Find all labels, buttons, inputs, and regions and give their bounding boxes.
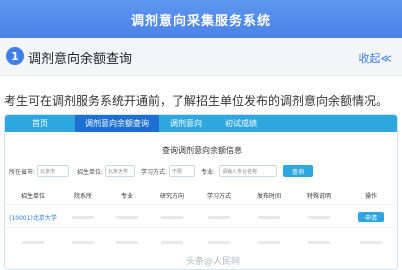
table-header: 招生单位 院系所 专业 研究方向 学习方式 发布时间 特殊说明 操作: [5, 191, 397, 203]
app-title-bar: 调剂意向采集服务系统: [0, 0, 402, 38]
table-row: (10001)北京大学 申请: [5, 210, 397, 224]
placeholder-cell: [72, 215, 94, 219]
unit-select[interactable]: 北京大学: [105, 165, 135, 177]
placeholder-cell: [208, 240, 230, 244]
placeholder-cell: [161, 215, 183, 219]
placeholder-cell: [72, 240, 94, 244]
placeholder-cell: [161, 240, 183, 244]
mode-select[interactable]: 不限: [169, 165, 195, 177]
watermark: 头条@人民网: [186, 254, 240, 267]
placeholder-cell: [308, 215, 330, 219]
app-title: 调剂意向采集服务系统: [130, 13, 271, 29]
placeholder-cell: [208, 215, 230, 219]
col-header-date: 发布时间: [256, 193, 281, 200]
section-number-badge: 1: [6, 47, 24, 65]
section-title: 调剂意向余额查询: [28, 52, 133, 67]
placeholder-cell: [308, 240, 330, 244]
col-header-dept: 院系所: [73, 193, 92, 200]
col-header-major: 专业: [120, 193, 133, 200]
header-divider: [5, 204, 397, 205]
unit-label: 招生单位:: [77, 169, 104, 176]
table-row: [5, 235, 397, 249]
col-header-unit: 招生单位: [20, 193, 45, 200]
watermark-text: 头条@人民网: [186, 257, 241, 267]
placeholder-cell: [258, 240, 280, 244]
filter-bar: 所在省市: 北京市 招生单位: 北京大学 学习方式: 不限 专业: 请输入专业名…: [5, 165, 397, 179]
row-unit-link[interactable]: (10001)北京大学: [5, 210, 61, 224]
intro-text: 考生可在调剂服务系统开通前，了解招生单位发布的调剂意向余额情况。: [4, 94, 389, 108]
major-input[interactable]: 请输入专业名称: [219, 165, 277, 177]
apply-button[interactable]: 申请: [358, 212, 384, 222]
nav-tabs: 首页 调剂意向余额查询 调剂意向 初试成绩: [5, 115, 397, 132]
row-divider: [5, 227, 397, 228]
placeholder-cell: [360, 240, 382, 244]
col-header-notes: 特殊说明: [306, 193, 331, 200]
tab-scores[interactable]: 初试成绩: [213, 115, 269, 132]
placeholder-cell: [22, 240, 44, 244]
section-header: 1 调剂意向余额查询 收起≪: [0, 38, 402, 76]
collapse-label: 收起≪: [358, 52, 392, 65]
tab-home[interactable]: 首页: [5, 115, 75, 132]
search-button[interactable]: 查询: [283, 165, 313, 177]
placeholder-cell: [116, 215, 138, 219]
mode-label: 学习方式:: [141, 169, 168, 176]
col-header-mode: 学习方式: [206, 193, 231, 200]
col-header-direction: 研究方向: [159, 193, 184, 200]
placeholder-cell: [116, 240, 138, 244]
tab-intention[interactable]: 调剂意向: [159, 115, 213, 132]
collapse-toggle[interactable]: 收起≪: [358, 50, 392, 66]
system-screenshot-panel: 首页 调剂意向余额查询 调剂意向 初试成绩 查询调剂意向余额信息 所在省市: 北…: [4, 114, 398, 270]
query-title: 查询调剂意向余额信息: [162, 146, 242, 155]
col-header-action: 操作: [364, 193, 377, 200]
major-label: 专业:: [201, 169, 216, 176]
province-select[interactable]: 北京市: [37, 165, 69, 177]
placeholder-cell: [258, 215, 280, 219]
tab-balance-query[interactable]: 调剂意向余额查询: [75, 115, 159, 132]
province-label: 所在省市:: [9, 169, 36, 176]
